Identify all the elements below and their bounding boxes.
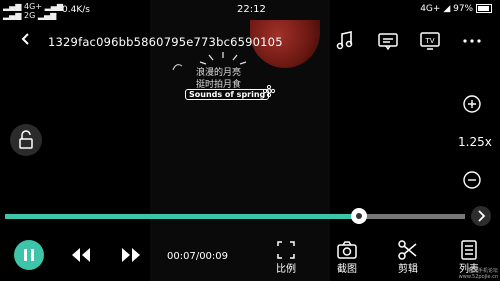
edit-button[interactable] <box>396 238 420 262</box>
signal-label-2: 2G <box>24 11 36 20</box>
site-watermark: 智能手机论坛 www.52pojie.cn <box>459 268 498 280</box>
signal-icon: ▂▄▆ <box>44 2 64 11</box>
status-time: 22:12 <box>237 4 266 15</box>
rewind-icon <box>72 248 90 262</box>
svg-text:TV: TV <box>424 37 434 45</box>
ratio-button[interactable] <box>274 238 298 262</box>
more-icon[interactable] <box>461 30 483 52</box>
edit-label[interactable]: 剪辑 <box>388 260 428 275</box>
back-button[interactable] <box>20 32 32 50</box>
camera-icon <box>337 241 357 259</box>
time-display: 00:07/00:09 <box>167 251 229 262</box>
battery-icon <box>476 4 492 13</box>
signal-icon: ▂▄▆ <box>3 11 22 20</box>
forward-button[interactable] <box>120 246 142 268</box>
pause-icon <box>24 249 34 261</box>
music-icon[interactable] <box>334 30 356 52</box>
forward-icon <box>122 248 140 262</box>
pause-button[interactable] <box>14 240 44 270</box>
wifi-icon: ◢ <box>443 4 451 14</box>
progress-thumb-dot <box>356 213 362 219</box>
screenshot-button[interactable] <box>335 238 359 262</box>
list-button[interactable] <box>457 238 481 262</box>
zoom-in-icon <box>463 95 481 113</box>
battery-level: 97% <box>453 4 474 14</box>
signal-icon: ▂▄▆ <box>37 11 57 20</box>
unlock-icon <box>19 130 33 149</box>
signal-label-1: 4G+ <box>24 2 43 11</box>
ratio-icon <box>277 241 295 259</box>
status-signal: ▂▄▆ 4G+ ▂▄▆ ▂▄▆ 2G ▂▄▆ <box>3 2 63 20</box>
flower-icon <box>262 82 276 101</box>
list-icon <box>461 240 477 260</box>
playback-speed[interactable]: 1.25x <box>458 135 492 149</box>
site-watermark-line-2: www.52pojie.cn <box>458 274 498 280</box>
network-type: 4G+ <box>420 4 441 14</box>
screenshot-label[interactable]: 截图 <box>327 260 367 275</box>
video-title: 1329fac096bb5860795e773bc6590105 <box>48 35 283 49</box>
network-speed: 0.4K/s <box>62 5 90 15</box>
zoom-in-button[interactable] <box>460 92 484 116</box>
progress-fill <box>5 214 359 219</box>
watermark-badge: Sounds of spring <box>185 89 270 100</box>
zoom-out-icon <box>463 171 481 189</box>
unlock-button[interactable] <box>10 124 42 156</box>
zoom-out-button[interactable] <box>460 168 484 192</box>
chevron-right-icon <box>478 210 486 222</box>
next-episode-button[interactable] <box>471 206 491 226</box>
watermark-line-1: 浪漫的月亮 <box>196 68 242 78</box>
signal-icon: ▂▄▆ <box>3 2 22 11</box>
ratio-label[interactable]: 比例 <box>266 260 306 275</box>
scissors-icon <box>398 240 417 260</box>
tv-icon[interactable]: TV <box>419 30 441 52</box>
watermark-text: 浪漫的月亮 挺时拍月食 <box>196 67 241 91</box>
status-right: 4G+ ◢ 97% <box>420 4 492 14</box>
rewind-button[interactable] <box>70 246 92 268</box>
subtitle-icon[interactable] <box>377 30 399 52</box>
